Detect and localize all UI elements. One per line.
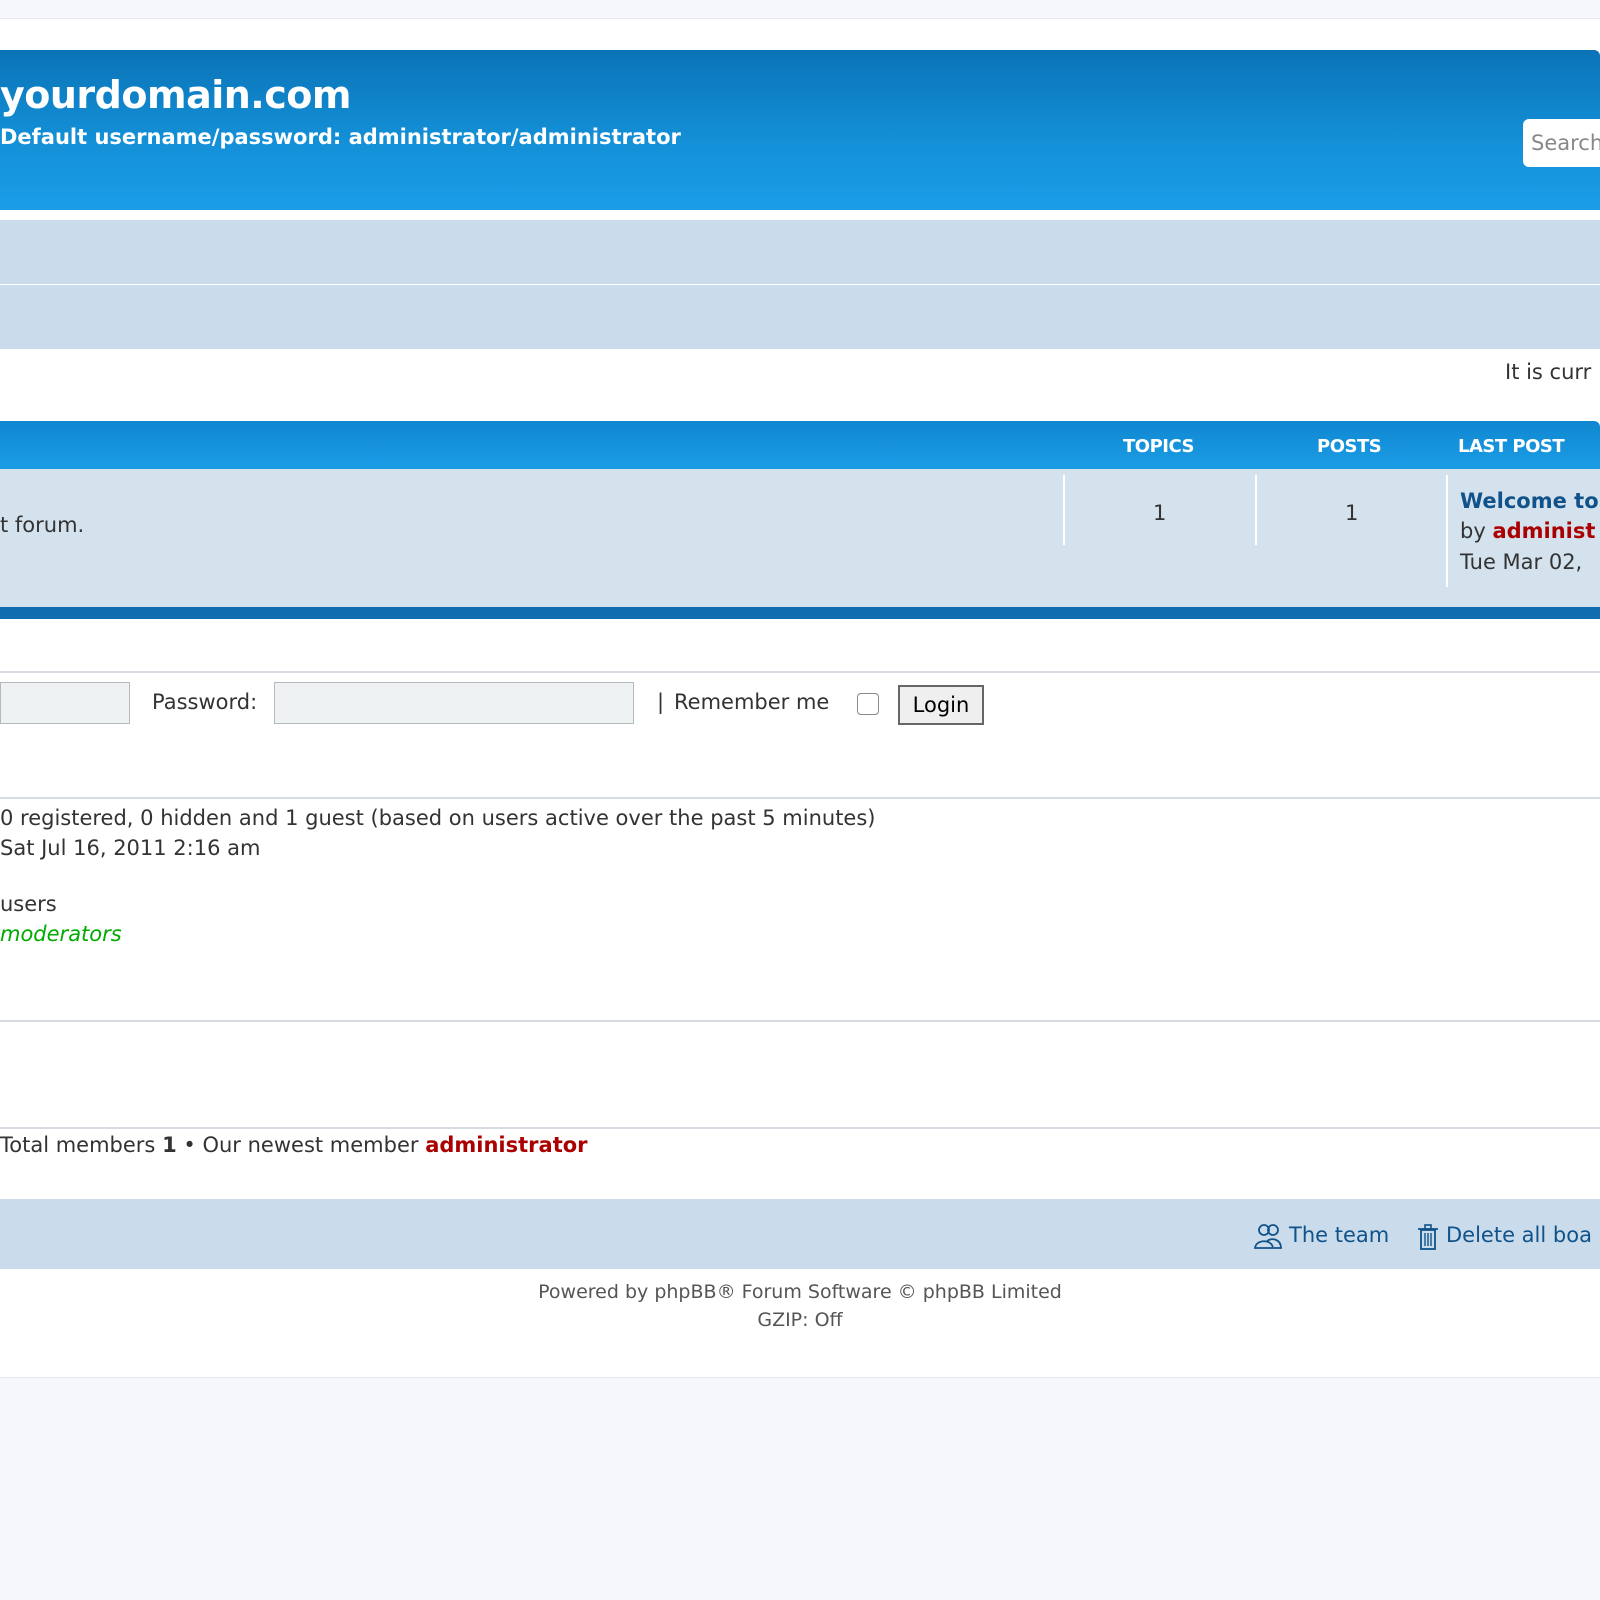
delete-cookies-link[interactable]: Delete all boa [1446,1223,1592,1247]
last-post-title-link[interactable]: Welcome to [1460,489,1599,513]
password-label: Password: [152,690,258,714]
remember-me-label: Remember me [674,690,830,714]
password-input[interactable] [274,682,634,724]
total-members-value: 1 [162,1133,177,1157]
forum-description: t forum. [0,513,85,537]
the-team-link[interactable]: The team [1289,1223,1389,1247]
last-post-date: Tue Mar 02, [1460,550,1583,574]
divider [0,1020,1600,1022]
forum-row [0,469,1600,619]
stats-bullet: • [183,1133,196,1157]
legend-moderators-link[interactable]: moderators [0,922,122,946]
divider [0,671,1600,673]
site-description: Default username/password: administrator… [0,125,681,149]
total-members-label: Total members [0,1133,156,1157]
posts-count: 1 [1345,501,1359,525]
current-time-notice: It is curr [1505,360,1592,384]
column-header-posts: POSTS [1317,436,1382,457]
column-divider [1255,475,1257,545]
team-icon [1253,1224,1282,1249]
site-title[interactable]: yourdomain.com [0,73,351,117]
navbar-primary [0,220,1600,284]
column-divider [1063,475,1065,545]
last-post-byline: by administ [1460,519,1595,543]
topics-count: 1 [1153,501,1167,525]
online-users-line: 0 registered, 0 hidden and 1 guest (base… [0,806,876,830]
powered-by-prefix: Powered by [538,1281,649,1303]
search-input[interactable] [1523,119,1600,167]
login-separator: | [657,690,665,714]
login-button[interactable]: Login [898,685,984,725]
newest-member-label: Our newest member [202,1133,419,1157]
divider [0,797,1600,799]
column-divider [1446,475,1448,587]
last-post-by-prefix: by [1460,519,1486,543]
page-wrap: yourdomain.com Default username/password… [0,18,1600,1378]
column-header-last-post: LAST POST [1458,436,1565,457]
navbar-secondary [0,285,1600,349]
powered-by-line: Powered by phpBB® Forum Software © phpBB… [0,1281,1600,1303]
newest-member-link[interactable]: administrator [425,1133,587,1157]
username-input[interactable] [0,682,130,724]
powered-by-suffix: ® Forum Software © phpBB Limited [716,1281,1062,1303]
legend-users: users [0,892,57,916]
trash-icon [1418,1224,1438,1250]
last-post-author-link[interactable]: administ [1492,519,1595,543]
phpbb-link[interactable]: phpBB [654,1281,716,1303]
divider [0,1127,1600,1129]
gzip-status: GZIP: Off [757,1309,843,1331]
column-header-topics: TOPICS [1123,436,1194,457]
board-statistics: Total members 1 • Our newest member admi… [0,1133,588,1157]
most-users-record-line: Sat Jul 16, 2011 2:16 am [0,836,261,860]
remember-me-checkbox[interactable] [857,693,879,715]
